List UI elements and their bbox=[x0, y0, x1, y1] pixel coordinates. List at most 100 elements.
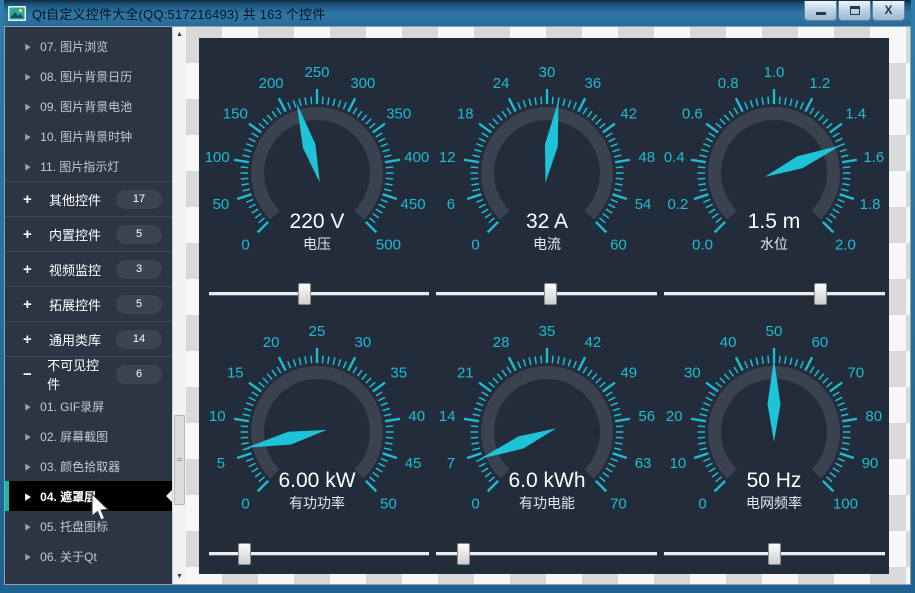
slider-handle[interactable] bbox=[768, 543, 781, 565]
gauge-power: 05101520253035404550 6.00 kW 有功功率 bbox=[202, 307, 432, 537]
svg-text:50: 50 bbox=[766, 323, 783, 340]
scroll-up-icon[interactable]: ▲ bbox=[173, 27, 186, 42]
gauge-energy: 07142128354249566370 6.0 kWh 有功电能 bbox=[432, 307, 662, 537]
gauge-waterlevel: 0.00.20.40.60.81.01.21.41.61.82.0 1.5 m … bbox=[659, 48, 889, 278]
svg-text:1.0: 1.0 bbox=[764, 64, 785, 81]
sidebar-item-label: 03. 颜色拾取器 bbox=[40, 458, 120, 475]
chevron-right-icon: ▶ bbox=[25, 551, 31, 561]
svg-text:0.8: 0.8 bbox=[718, 75, 739, 92]
count-badge: 3 bbox=[116, 260, 162, 279]
sidebar-item-trayicon[interactable]: ▶05. 托盘图标 bbox=[5, 511, 172, 541]
svg-text:30: 30 bbox=[539, 64, 556, 81]
chevron-right-icon: ▶ bbox=[25, 461, 31, 471]
svg-text:150: 150 bbox=[223, 106, 248, 123]
svg-text:40: 40 bbox=[720, 334, 737, 351]
gauge-slider-waterlevel[interactable] bbox=[664, 283, 885, 305]
chevron-right-icon: ▶ bbox=[25, 101, 31, 111]
svg-text:20: 20 bbox=[666, 408, 683, 425]
svg-text:49: 49 bbox=[620, 365, 637, 382]
svg-text:40: 40 bbox=[408, 408, 425, 425]
chevron-right-icon: ▶ bbox=[25, 491, 31, 501]
svg-text:300: 300 bbox=[350, 75, 375, 92]
gauge-voltage: 050100150200250300350400450500 220 V 电压 bbox=[202, 48, 432, 278]
sidebar-item-aboutqt[interactable]: ▶06. 关于Qt bbox=[5, 541, 172, 571]
app-icon bbox=[8, 6, 26, 21]
thumb-grip bbox=[177, 458, 182, 461]
gauge-current: 06121824303642485460 32 A 电流 bbox=[432, 48, 662, 278]
gauge-slider-power[interactable] bbox=[209, 543, 429, 565]
sidebar-group-extend[interactable]: + 拓展控件 5 bbox=[5, 286, 172, 321]
sidebar-item-label: 10. 图片背景时钟 bbox=[40, 128, 132, 145]
svg-text:1.4: 1.4 bbox=[845, 106, 866, 123]
slider-handle[interactable] bbox=[238, 543, 251, 565]
svg-text:20: 20 bbox=[263, 334, 280, 351]
gauge-slider-energy[interactable] bbox=[436, 543, 657, 565]
gauge-slider-frequency[interactable] bbox=[664, 543, 885, 565]
sidebar-group-other[interactable]: +其他控件17 bbox=[5, 181, 172, 216]
chevron-right-icon: ▶ bbox=[25, 521, 31, 531]
slider-handle[interactable] bbox=[814, 283, 827, 305]
window-title: Qt自定义控件大全(QQ:517216493) 共 163 个控件 bbox=[32, 4, 325, 23]
sidebar-item-colorpicker[interactable]: ▶ 03. 颜色拾取器 bbox=[5, 451, 172, 481]
sidebar-item-screenshot[interactable]: ▶02. 屏幕截图 bbox=[5, 421, 172, 451]
sidebar-item-10[interactable]: ▶10. 图片背景时钟 bbox=[5, 121, 172, 151]
scroll-down-icon[interactable]: ▼ bbox=[173, 569, 186, 584]
svg-text:0.6: 0.6 bbox=[682, 106, 703, 123]
svg-text:1.2: 1.2 bbox=[809, 75, 830, 92]
svg-text:48: 48 bbox=[638, 149, 655, 166]
sidebar-item-masklayer[interactable]: ▶ 04. 遮罩层 bbox=[5, 481, 172, 511]
close-button[interactable]: X bbox=[872, 1, 905, 21]
svg-text:35: 35 bbox=[390, 365, 407, 382]
svg-text:60: 60 bbox=[812, 334, 829, 351]
minus-icon: − bbox=[23, 366, 33, 383]
gauge-value: 6.0 kWh bbox=[432, 469, 662, 493]
sidebar-item-07[interactable]: ▶07. 图片浏览 bbox=[5, 31, 172, 61]
plus-icon: + bbox=[23, 261, 35, 278]
count-badge: 14 bbox=[116, 330, 162, 349]
minimize-button[interactable] bbox=[804, 1, 837, 21]
gauge-label: 有功电能 bbox=[432, 493, 662, 513]
plus-icon: + bbox=[23, 296, 35, 313]
sidebar-group-common[interactable]: +通用类库14 bbox=[5, 321, 172, 356]
svg-text:56: 56 bbox=[638, 408, 655, 425]
sidebar-group-video[interactable]: +视频监控3 bbox=[5, 251, 172, 286]
sidebar-scrollbar[interactable]: ▲ ▼ bbox=[172, 27, 186, 584]
svg-text:36: 36 bbox=[585, 75, 602, 92]
maximize-icon bbox=[850, 6, 860, 15]
count-badge: 5 bbox=[116, 295, 162, 314]
slider-handle[interactable] bbox=[457, 543, 470, 565]
sidebar-item-label: 01. GIF录屏 bbox=[40, 398, 104, 415]
maximize-button[interactable] bbox=[838, 1, 871, 21]
sidebar-item-09[interactable]: ▶09. 图片背景电池 bbox=[5, 91, 172, 121]
svg-text:30: 30 bbox=[684, 365, 701, 382]
gauge-value: 6.00 kW bbox=[202, 469, 432, 493]
gauge-slider-current[interactable] bbox=[436, 283, 657, 305]
gauge-slider-voltage[interactable] bbox=[209, 283, 429, 305]
gauge-value: 1.5 m bbox=[659, 210, 889, 234]
svg-text:42: 42 bbox=[620, 106, 637, 123]
titlebar: Qt自定义控件大全(QQ:517216493) 共 163 个控件 X bbox=[4, 0, 911, 26]
slider-groove bbox=[209, 292, 429, 296]
gauge-value: 32 A bbox=[432, 210, 662, 234]
svg-text:0.4: 0.4 bbox=[664, 149, 685, 166]
chevron-right-icon: ▶ bbox=[25, 431, 31, 441]
sidebar-item-08[interactable]: ▶08. 图片背景日历 bbox=[5, 61, 172, 91]
slider-handle[interactable] bbox=[544, 283, 557, 305]
chevron-right-icon: ▶ bbox=[25, 401, 31, 411]
sidebar-item-11[interactable]: ▶11. 图片指示灯 bbox=[5, 151, 172, 181]
sidebar-group-builtin[interactable]: +内置控件5 bbox=[5, 216, 172, 251]
close-icon: X bbox=[884, 4, 892, 16]
group-label: 拓展控件 bbox=[49, 295, 101, 314]
selection-accent-bar bbox=[5, 481, 9, 511]
sidebar-group-invisible[interactable]: −不可见控件6 bbox=[5, 356, 172, 391]
svg-text:21: 21 bbox=[457, 365, 474, 382]
slider-handle[interactable] bbox=[298, 283, 311, 305]
group-label: 通用类库 bbox=[49, 330, 101, 349]
svg-text:35: 35 bbox=[539, 323, 556, 340]
sidebar-item-gif[interactable]: ▶ 01. GIF录屏 bbox=[5, 391, 172, 421]
sidebar-item-label: 04. 遮罩层 bbox=[40, 488, 96, 505]
svg-text:350: 350 bbox=[386, 106, 411, 123]
svg-text:400: 400 bbox=[404, 149, 429, 166]
scrollbar-thumb[interactable] bbox=[174, 415, 185, 505]
gauge-label: 水位 bbox=[659, 234, 889, 254]
